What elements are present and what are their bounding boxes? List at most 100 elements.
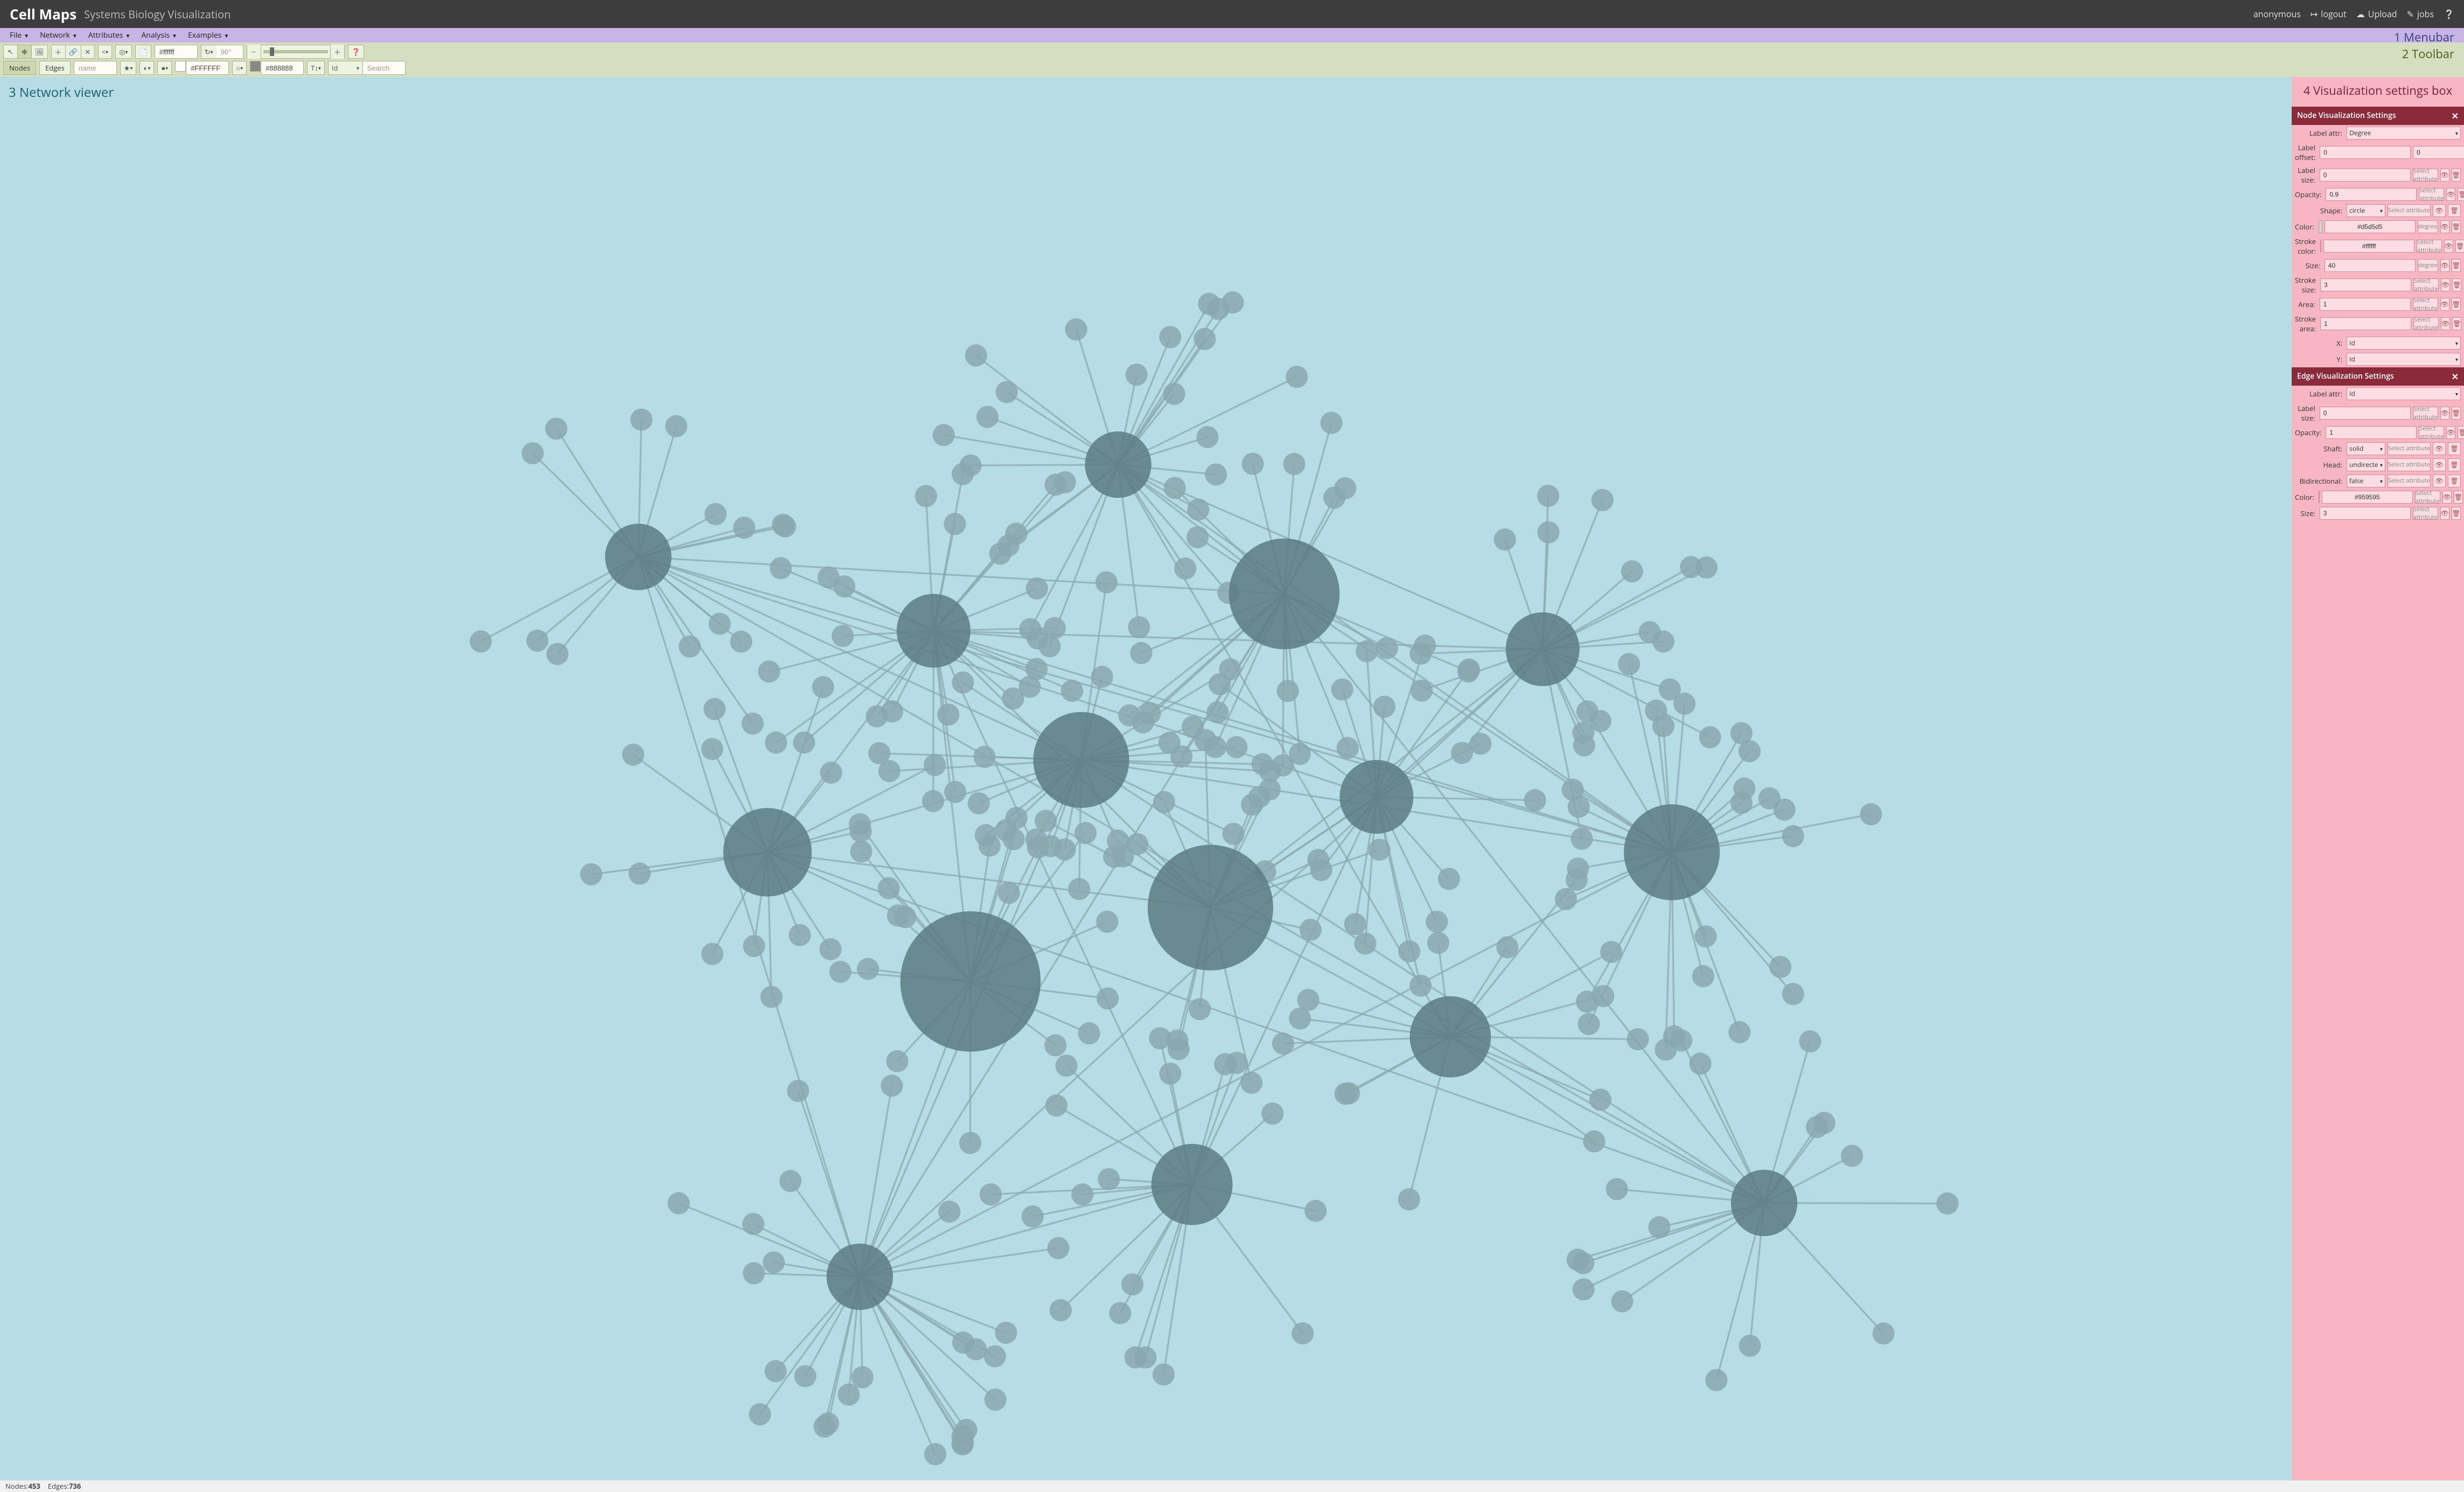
text-size-button[interactable]: T↕▾ (307, 61, 325, 75)
upload-link[interactable]: ☁ Upload (2356, 8, 2397, 20)
trash-icon[interactable]: 🗑 (2452, 317, 2461, 330)
eye-off-icon[interactable]: 👁 (2440, 298, 2449, 311)
edge-opacity-attr[interactable]: Select attribute (2419, 426, 2444, 439)
eye-off-icon[interactable]: 👁 (2433, 204, 2446, 217)
network-viewer[interactable]: 3 Network viewer (0, 77, 2292, 1480)
move-tool-button[interactable]: ✥ (17, 45, 31, 59)
trash-icon[interactable]: 🗑 (2452, 407, 2461, 420)
node-color-input[interactable] (2325, 220, 2416, 233)
eye-off-icon[interactable]: 👁 (2433, 442, 2446, 455)
node-stroke-area-input[interactable] (2320, 317, 2411, 330)
edge-label-size-input[interactable] (2320, 407, 2411, 420)
edge-size-input[interactable] (2320, 507, 2411, 520)
eye-off-icon[interactable]: 👁 (2446, 426, 2455, 439)
node-name-input[interactable] (74, 61, 117, 75)
menu-examples[interactable]: Examples▼ (183, 28, 234, 43)
shape-circle-button[interactable]: ●▾ (157, 61, 172, 75)
node-stroke-color-attr[interactable]: Select attribute (2417, 240, 2442, 253)
node-size-input[interactable] (2325, 259, 2416, 272)
node-color-swatch[interactable] (2319, 220, 2322, 233)
shape-star-button[interactable]: ★▾ (120, 61, 137, 75)
edge-color-attr[interactable]: Select attribute (2415, 491, 2440, 504)
edge-label-size-attr[interactable]: Select attribute (2413, 407, 2438, 420)
contrast-button[interactable]: ◐▾ (139, 61, 154, 75)
node-shape-select[interactable]: circle▾ (2347, 204, 2385, 217)
node-opacity-attr[interactable]: Select attribute (2419, 188, 2444, 201)
logout-link[interactable]: ↦ logout (2311, 8, 2347, 20)
fill-color-input[interactable] (186, 61, 229, 75)
stroke-style-button[interactable]: ○▾ (232, 61, 247, 75)
network-svg[interactable] (0, 77, 2292, 1480)
trash-icon[interactable]: 🗑 (2448, 442, 2461, 455)
zoom-thumb[interactable] (270, 47, 274, 56)
eye-icon[interactable]: 👁 (2440, 259, 2449, 272)
rotate-button[interactable]: ↻▾ (201, 45, 217, 59)
trash-icon[interactable]: 🗑 (2448, 475, 2461, 487)
edge-bidir-attr[interactable]: Select attribute (2388, 475, 2431, 487)
trash-icon[interactable]: 🗑 (2452, 298, 2461, 311)
zoom-in-button[interactable]: ＋ (330, 45, 344, 59)
edge-color-swatch[interactable] (2319, 491, 2320, 504)
node-label-size-input[interactable] (2320, 169, 2411, 182)
trash-icon[interactable]: 🗑 (2452, 169, 2461, 182)
node-size-attr[interactable]: degree (2418, 259, 2438, 272)
eye-off-icon[interactable]: 👁 (2446, 188, 2455, 201)
search-input[interactable] (362, 61, 406, 75)
edge-opacity-input[interactable] (2326, 426, 2417, 439)
zoom-slider[interactable]: − ＋ (247, 45, 345, 59)
eye-off-icon[interactable]: 👁 (2442, 491, 2452, 504)
eye-off-icon[interactable]: 👁 (2433, 475, 2446, 487)
delete-button[interactable]: ✕ (81, 45, 95, 59)
trash-icon[interactable]: 🗑 (2452, 278, 2461, 291)
close-icon[interactable]: ✕ (2452, 110, 2459, 122)
zoom-out-button[interactable]: − (247, 45, 261, 59)
edge-bidir-select[interactable]: false▾ (2347, 475, 2385, 487)
trash-icon[interactable]: 🗑 (2458, 426, 2464, 439)
edge-head-select[interactable]: undirecte▾ (2347, 458, 2385, 471)
edge-shaft-attr[interactable]: Select attribute (2388, 442, 2431, 455)
edge-size-attr[interactable]: Select attribute (2413, 507, 2438, 520)
share-button[interactable]: <▾ (98, 45, 112, 59)
trash-icon[interactable]: 🗑 (2448, 204, 2461, 217)
node-opacity-input[interactable] (2326, 188, 2417, 201)
tab-nodes[interactable]: Nodes (3, 61, 36, 75)
trash-icon[interactable]: 🗑 (2452, 220, 2461, 233)
image-tool-button[interactable]: 🖼 (31, 45, 48, 59)
trash-icon[interactable]: 🗑 (2452, 259, 2461, 272)
help-icon[interactable]: ❔ (2444, 8, 2454, 20)
rotate-degree-input[interactable] (217, 45, 243, 59)
node-area-attr[interactable]: Select attribute (2413, 298, 2438, 311)
trash-icon[interactable]: 🗑 (2452, 507, 2461, 520)
node-y-select[interactable]: Id▾ (2347, 353, 2461, 366)
node-stroke-area-attr[interactable]: Select attribute (2413, 317, 2439, 330)
node-stroke-size-input[interactable] (2320, 278, 2411, 291)
bg-color-input[interactable] (155, 45, 198, 59)
node-stroke-color-swatch[interactable] (2320, 240, 2321, 253)
trash-icon[interactable]: 🗑 (2448, 458, 2461, 471)
menu-network[interactable]: Network▼ (34, 28, 83, 43)
eye-off-icon[interactable]: 👁 (2440, 407, 2449, 420)
eye-off-icon[interactable]: 👁 (2440, 169, 2449, 182)
eye-off-icon[interactable]: 👁 (2444, 240, 2453, 253)
node-label-attr-select[interactable]: Degree▾ (2347, 127, 2461, 140)
zoom-track[interactable] (263, 50, 328, 53)
eye-off-icon[interactable]: 👁 (2441, 317, 2450, 330)
link-button[interactable]: 🔗 (65, 45, 81, 59)
node-shape-attr[interactable]: Select attribute (2388, 204, 2431, 217)
node-color-attr[interactable]: degree (2418, 220, 2438, 233)
stroke-color-input[interactable] (261, 61, 304, 75)
close-icon[interactable]: ✕ (2452, 371, 2459, 382)
trash-icon[interactable]: 🗑 (2455, 240, 2464, 253)
edge-shaft-select[interactable]: solid▾ (2347, 442, 2385, 455)
trash-icon[interactable]: 🗑 (2458, 188, 2464, 201)
help-toolbar-button[interactable]: ❓ (348, 45, 364, 59)
edge-label-attr-select[interactable]: Id▾ (2347, 387, 2461, 400)
stroke-color-swatch[interactable] (250, 61, 261, 72)
node-label-offset-x[interactable] (2320, 146, 2411, 159)
menu-file[interactable]: File▼ (4, 28, 34, 43)
node-x-select[interactable]: Id▾ (2347, 337, 2461, 350)
node-stroke-color-input[interactable] (2323, 240, 2414, 253)
tab-edges[interactable]: Edges (39, 61, 71, 75)
eye-off-icon[interactable]: 👁 (2441, 278, 2450, 291)
edge-color-input[interactable] (2322, 491, 2413, 504)
